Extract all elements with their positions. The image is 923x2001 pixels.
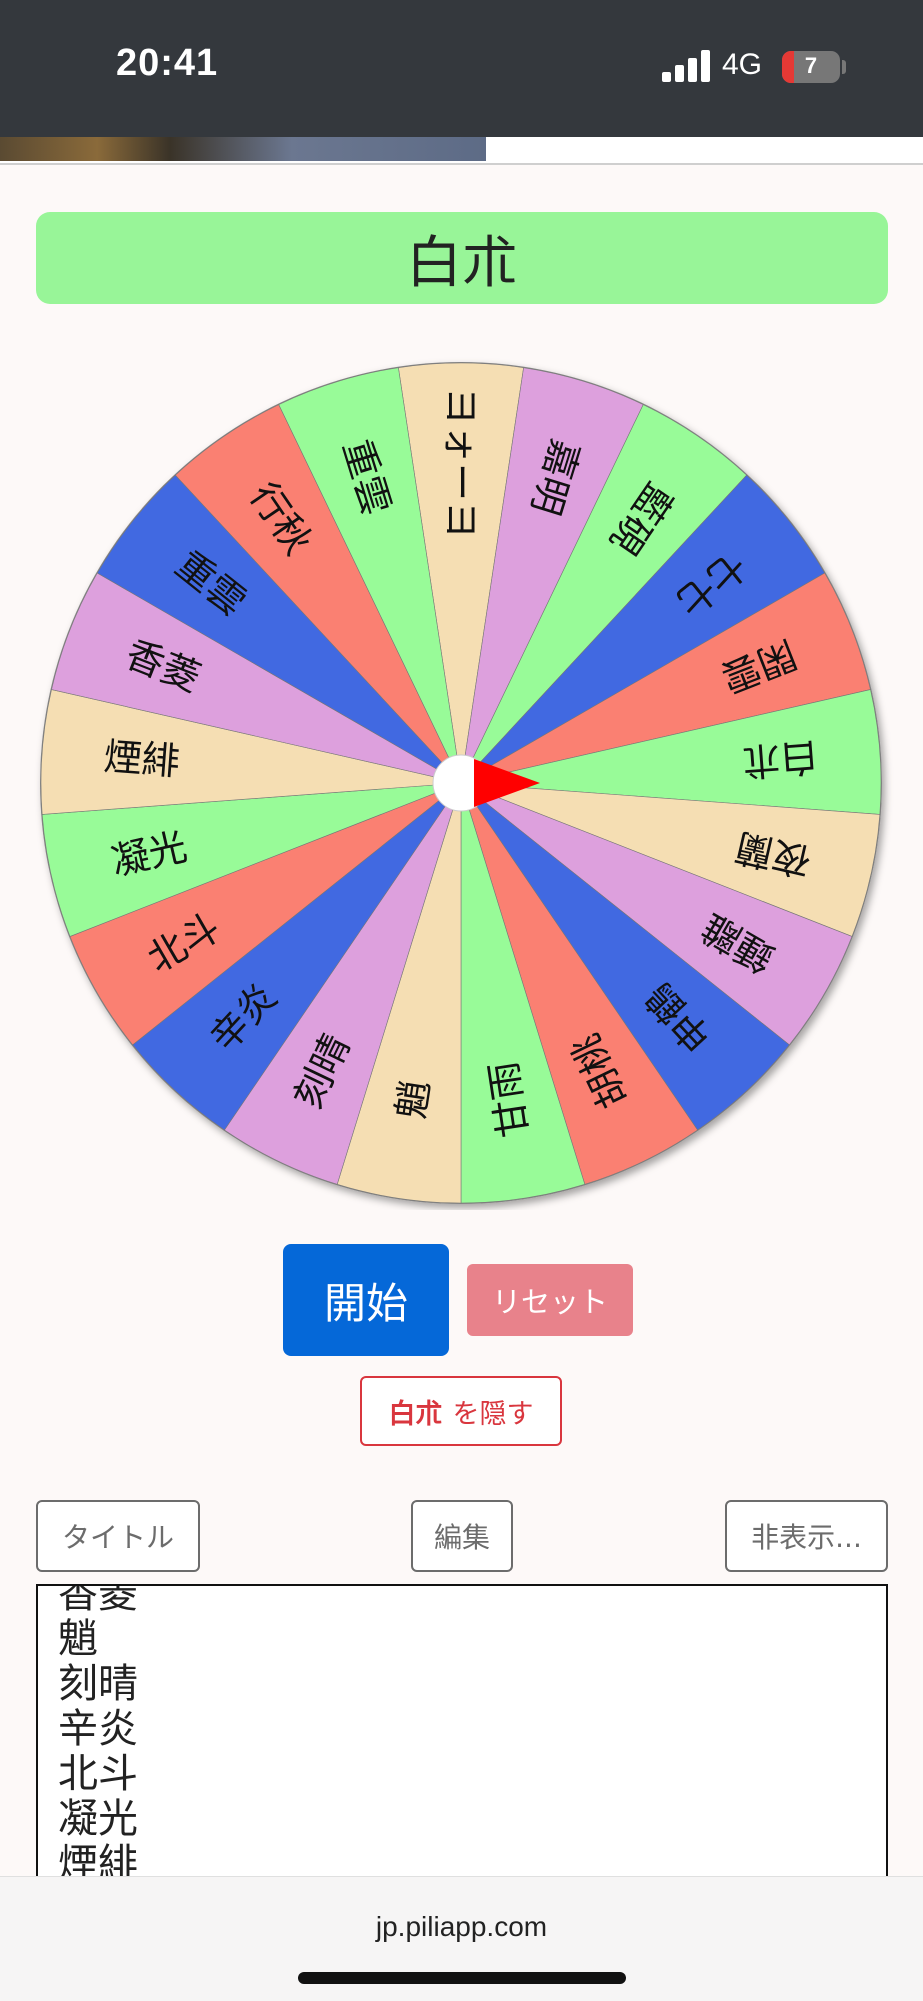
ad-banner[interactable] — [0, 137, 923, 165]
battery-tip — [842, 60, 846, 74]
roulette-wheel[interactable]: ヨォーヨ 嘉明 藍硯七七閑雲白朮夜蘭鍾離申鶴胡桃甘雨魈刻晴辛炎北斗凝光煙緋香菱重雲行… — [0, 350, 923, 1210]
start-button[interactable]: 開始 — [283, 1244, 449, 1356]
names-list-item: 刻晴 — [58, 1661, 138, 1707]
result-text: 白朮 — [406, 230, 518, 296]
names-list-item: 北斗 — [58, 1751, 138, 1797]
names-list: 香菱魈刻晴辛炎北斗凝光煙緋香菱 — [58, 1584, 138, 1882]
reset-button[interactable]: リセット — [467, 1264, 633, 1336]
banner-image[interactable] — [0, 137, 486, 161]
result-display: 白朮 — [36, 212, 888, 304]
hide-result-suffix: を隠す — [452, 1398, 534, 1430]
battery-icon: 7 — [782, 51, 840, 83]
home-indicator[interactable] — [298, 1972, 626, 1984]
wheel-segment-label: 煙緋 — [102, 734, 181, 784]
names-list-item: 魈 — [58, 1616, 98, 1662]
hidden-list-button[interactable]: 非表示... — [725, 1500, 888, 1572]
wheel-segment-label: 白朮 — [741, 734, 820, 784]
names-list-item: 香菱 — [58, 1584, 138, 1617]
signal-icon — [662, 50, 710, 82]
wheel-segment-label: ヨォーヨ — [439, 387, 483, 539]
title-button[interactable]: タイトル — [36, 1500, 200, 1572]
hide-result-name: 白朮 — [388, 1398, 443, 1430]
url-display[interactable]: jp.piliapp.com — [0, 1911, 923, 1943]
hide-result-button[interactable]: 白朮 を隠す — [360, 1376, 562, 1446]
battery-level: 7 — [804, 53, 818, 78]
network-type: 4G — [722, 48, 763, 81]
edit-button[interactable]: 編集 — [411, 1500, 513, 1572]
names-list-item: 辛炎 — [58, 1706, 138, 1752]
status-time: 20:41 — [116, 42, 219, 84]
wheel-segment-label: 魈 — [389, 1077, 438, 1121]
names-textarea[interactable]: 香菱魈刻晴辛炎北斗凝光煙緋香菱 — [36, 1584, 888, 1884]
status-bar: 20:41 4G 7 — [0, 0, 923, 137]
browser-bar: jp.piliapp.com — [0, 1876, 923, 2001]
names-list-item: 凝光 — [58, 1796, 138, 1842]
